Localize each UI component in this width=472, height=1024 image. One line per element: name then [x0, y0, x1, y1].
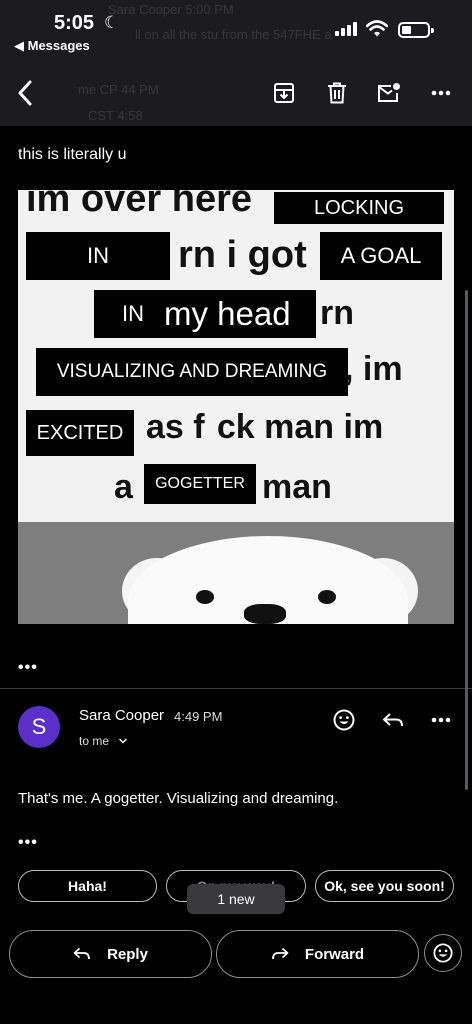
meme-text: as f ck man im [146, 408, 384, 446]
chevron-left-icon [18, 80, 32, 106]
back-to-messages-link[interactable]: ◀ Messages [14, 38, 90, 54]
cellular-signal-icon [335, 22, 359, 36]
battery-icon [398, 22, 434, 38]
reply-label: Reply [107, 945, 148, 963]
message-divider [0, 688, 472, 689]
bottom-action-bar: Reply Forward [0, 920, 472, 1024]
sender-name: Sara Cooper [79, 707, 165, 724]
first-message-body: this is literally u [18, 146, 127, 163]
meme-text: rn i got [178, 234, 307, 276]
wifi-icon [366, 20, 388, 37]
delete-button[interactable] [324, 80, 350, 106]
meme-label: IN [26, 232, 170, 280]
more-horizontal-icon [431, 717, 451, 723]
emoji-icon [433, 943, 453, 963]
meme-text: man [262, 468, 332, 506]
more-horizontal-icon [431, 90, 451, 96]
meme-label: my head [164, 295, 291, 332]
dog-eye [196, 590, 214, 604]
avatar[interactable]: S [18, 706, 60, 748]
archive-icon [274, 83, 294, 103]
smart-reply-chip[interactable]: Haha! [18, 870, 157, 902]
meme-image[interactable]: im over here LOCKING IN rn i got A GOAL … [18, 190, 454, 624]
message-time: 4:49 PM [174, 709, 223, 724]
status-bar: Sara Cooper 5:00 PM ll on all the stu fr… [0, 0, 472, 58]
emoji-icon [333, 709, 355, 731]
recipients-label: to me [79, 734, 110, 748]
recipients-toggle[interactable]: to me [79, 734, 128, 748]
ghost-header-line: me CP 44 PM [78, 82, 159, 97]
message-more-button[interactable] [429, 708, 453, 732]
reply-icon [73, 947, 90, 960]
meme-label: IN [122, 301, 144, 326]
meme-text: a [114, 468, 133, 506]
meme-text: rn [320, 294, 354, 332]
forward-button[interactable]: Forward [216, 930, 419, 978]
dog-nose [244, 604, 286, 624]
meme-label-group: IN my head [94, 290, 316, 338]
archive-button[interactable] [271, 80, 297, 106]
meme-text: im over here [26, 190, 252, 220]
add-reaction-button[interactable] [332, 708, 356, 732]
reply-icon [383, 713, 403, 727]
reply-message-body: That's me. A gogetter. Visualizing and d… [18, 790, 339, 807]
chevron-down-icon [119, 738, 128, 744]
reply-button[interactable]: Reply [9, 930, 212, 978]
smart-reply-chip[interactable]: Ok, see you soon! [315, 870, 454, 902]
scrollbar[interactable] [465, 290, 468, 790]
meme-label: EXCITED [26, 410, 134, 456]
ghost-sender-line: Sara Cooper 5:00 PM [108, 2, 234, 17]
trimmed-content-button[interactable]: ••• [18, 834, 38, 852]
forward-label: Forward [304, 945, 365, 963]
meme-label: VISUALIZING AND DREAMING [36, 348, 348, 396]
reply-icon-button[interactable] [381, 708, 405, 732]
email-toolbar: me CP 44 PM CST 4:58 [0, 58, 472, 126]
more-options-button[interactable] [428, 80, 454, 106]
ghost-header-line-2: CST 4:58 [88, 108, 143, 123]
meme-label: A GOAL [320, 232, 442, 280]
emoji-reaction-button[interactable] [424, 934, 462, 972]
meme-label: LOCKING [274, 192, 444, 224]
moon-icon: ☾ [104, 13, 120, 32]
trash-icon [328, 82, 346, 104]
new-message-toast[interactable]: 1 new [187, 884, 285, 914]
meme-label: GOGETTER [144, 464, 256, 504]
dog-eye [318, 590, 336, 604]
ghost-preview-line: ll on all the stu from the 547FHE a [135, 27, 332, 42]
forward-icon [272, 947, 289, 960]
mail-unread-icon [378, 83, 400, 102]
back-button[interactable] [12, 80, 38, 106]
status-time: 5:05 [54, 12, 95, 34]
email-thread: this is literally u im over here LOCKING… [0, 126, 472, 920]
trimmed-content-button[interactable]: ••• [18, 659, 38, 677]
meme-text: , im [344, 350, 403, 388]
mark-unread-button[interactable] [376, 80, 402, 106]
